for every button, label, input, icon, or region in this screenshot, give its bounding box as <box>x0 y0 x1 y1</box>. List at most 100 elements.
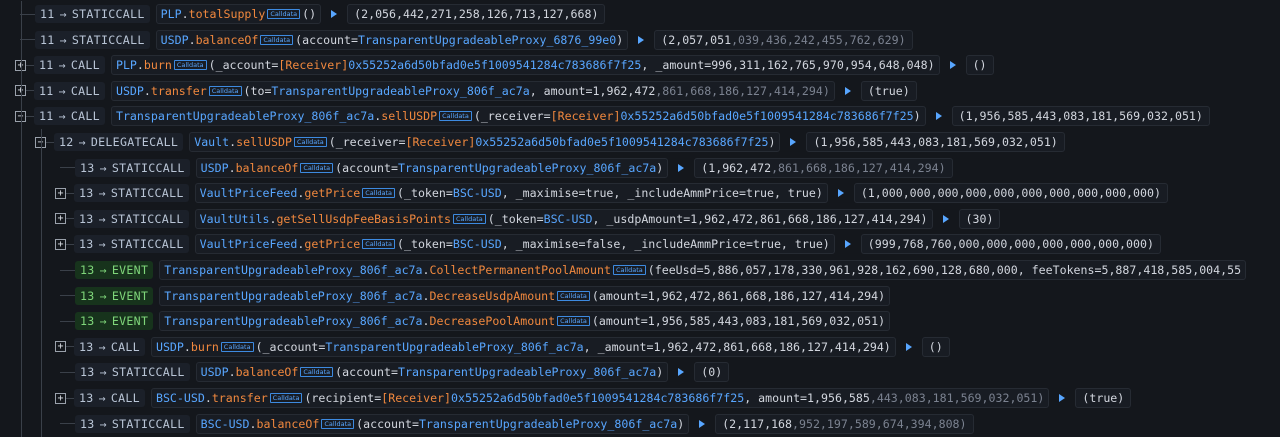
contract-link[interactable]: TransparentUpgradeableProxy_806f_ac7a <box>164 263 422 277</box>
address-link[interactable]: TransparentUpgradeableProxy_806f_ac7a <box>325 340 583 354</box>
call-signature[interactable]: Vault. sellUSDP Calldata (_receiver= [Receiv… <box>189 132 781 152</box>
method-name[interactable]: balanceOf <box>236 161 299 175</box>
method-name[interactable]: balanceOf <box>236 365 299 379</box>
return-arrow-icon[interactable] <box>949 61 956 70</box>
method-name[interactable]: balanceOf <box>196 33 259 47</box>
method-name[interactable]: getPrice <box>304 186 360 200</box>
return-arrow-icon[interactable] <box>1059 394 1066 402</box>
calldata-badge[interactable]: Calldata <box>439 111 472 122</box>
calldata-badge[interactable]: Calldata <box>321 418 355 429</box>
trace-call-row[interactable]: 13 → STATICCALL BSC-USD. balanceOf Calldata (a… <box>0 410 1280 437</box>
calldata-badge[interactable]: Calldata <box>293 137 327 147</box>
calldata-badge[interactable]: Calldata <box>300 162 334 173</box>
call-signature[interactable]: TransparentUpgradeableProxy_806f_ac7a. se… <box>110 106 926 127</box>
expand-toggle-icon[interactable]: + <box>55 392 66 404</box>
trace-call-row[interactable]: −11 → CALL TransparentUpgradeableProxy_806f… <box>0 103 1280 130</box>
method-name[interactable]: DecreaseUsdpAmount <box>430 289 556 303</box>
call-signature[interactable]: VaultPriceFeed. getPrice Calldata (_token= B… <box>194 234 835 255</box>
contract-link[interactable]: Vault <box>194 135 229 149</box>
return-arrow-icon[interactable] <box>844 86 851 95</box>
call-signature[interactable]: USDP. transfer Calldata (to= TransparentUpgr… <box>110 80 835 101</box>
contract-link[interactable]: TransparentUpgradeableProxy_806f_ac7a <box>164 314 422 328</box>
trace-call-row[interactable]: 11 → STATICCALL USDP. balanceOf Calldata (acco… <box>0 26 1280 53</box>
call-signature[interactable]: USDP. balanceOf Calldata (account= Transpare… <box>195 157 669 178</box>
calldata-badge[interactable]: Calldata <box>452 213 486 224</box>
trace-event-row[interactable]: 13 → EVENT TransparentUpgradeableProxy_806f… <box>0 257 1280 283</box>
call-signature[interactable]: USDP. burn Calldata (_account= TransparentUp… <box>150 336 896 357</box>
expand-toggle-icon[interactable]: + <box>55 213 66 225</box>
call-signature[interactable]: BSC-USD. transfer Calldata (recipient= [Rece… <box>150 388 1050 408</box>
return-arrow-icon[interactable] <box>942 214 949 223</box>
address-link[interactable]: BSC-USD <box>453 237 502 251</box>
expand-toggle-icon[interactable]: + <box>55 341 66 353</box>
call-signature[interactable]: PLP. totalSupply Calldata() <box>155 4 322 24</box>
method-name[interactable]: CollectPermanentPoolAmount <box>430 263 611 277</box>
return-arrow-icon[interactable] <box>905 342 912 351</box>
return-arrow-icon[interactable] <box>935 112 942 121</box>
calldata-badge[interactable]: Calldata <box>362 188 395 199</box>
call-signature[interactable]: VaultUtils. getSellUsdpFeeBasisPoints Call… <box>194 208 933 229</box>
trace-call-row[interactable]: +13 → STATICCALL VaultPriceFeed. getPrice Cal… <box>0 180 1280 207</box>
call-signature[interactable]: TransparentUpgradeableProxy_806f_ac7a. Co… <box>159 260 1247 280</box>
method-name[interactable]: getPrice <box>304 237 360 251</box>
return-arrow-icon[interactable] <box>844 240 851 249</box>
trace-call-row[interactable]: +11 → CALL USDP.transferCalldata(to=Transpa… <box>0 77 1280 104</box>
calldata-badge[interactable]: Calldata <box>557 290 590 301</box>
method-name[interactable]: burn <box>191 340 219 354</box>
contract-link[interactable]: VaultPriceFeed <box>200 237 298 251</box>
calldata-badge[interactable]: Calldata <box>362 239 395 250</box>
trace-event-row[interactable]: 13 → EVENT TransparentUpgradeableProxy_806f… <box>0 308 1280 335</box>
call-signature[interactable]: PLP. burn Calldata (_account= [Receiver] 0x55… <box>110 55 940 76</box>
method-name[interactable]: sellUSDP <box>381 109 437 123</box>
address-link[interactable]: 0x55252a6d50bfad0e5f1009541284c783686f7f… <box>620 109 913 123</box>
trace-call-row[interactable]: 13 → STATICCALL USDP. balanceOf Calldata (acco… <box>0 154 1280 181</box>
address-link[interactable]: TransparentUpgradeableProxy_806f_ac7a <box>419 417 677 431</box>
contract-link[interactable]: PLP <box>116 58 137 72</box>
address-link[interactable]: BSC-USD <box>544 212 593 226</box>
contract-link[interactable]: PLP <box>161 7 182 21</box>
return-arrow-icon[interactable] <box>331 10 338 18</box>
contract-link[interactable]: BSC-USD <box>201 417 250 431</box>
trace-call-row[interactable]: +13 → STATICCALL VaultPriceFeed. getPrice Cal… <box>0 231 1280 258</box>
call-signature[interactable]: TransparentUpgradeableProxy_806f_ac7a. De… <box>159 311 891 332</box>
method-name[interactable]: transfer <box>151 84 207 98</box>
address-link[interactable]: TransparentUpgradeableProxy_6876_99e0 <box>358 33 616 47</box>
calldata-badge[interactable]: Calldata <box>173 60 207 71</box>
method-name[interactable]: DecreasePoolAmount <box>430 314 556 328</box>
contract-link[interactable]: TransparentUpgradeableProxy_806f_ac7a <box>164 289 422 303</box>
contract-link[interactable]: USDP <box>116 84 144 98</box>
contract-link[interactable]: USDP <box>201 161 229 175</box>
calldata-badge[interactable]: Calldata <box>220 341 254 352</box>
calldata-badge[interactable]: Calldata <box>208 85 242 96</box>
call-signature[interactable]: USDP. balanceOf Calldata (account= Transpare… <box>195 362 669 383</box>
trace-call-row[interactable]: −12 → DELEGATECALL Vault.sellUSDPCalldata(_… <box>0 129 1280 155</box>
call-signature[interactable]: BSC-USD. balanceOf Calldata (account= Transp… <box>195 413 690 434</box>
trace-call-row[interactable]: +13 → CALL USDP. burn Calldata (_account= Trans… <box>0 333 1280 360</box>
calldata-badge[interactable]: Calldata <box>260 34 294 45</box>
trace-call-row[interactable]: +13 → STATICCALL VaultUtils. getSellUsdpFeeB… <box>0 205 1280 232</box>
expand-toggle-icon[interactable]: + <box>55 187 66 199</box>
address-link[interactable]: TransparentUpgradeableProxy_806f_ac7a <box>271 84 529 98</box>
calldata-badge[interactable]: Calldata <box>612 265 646 275</box>
trace-call-row[interactable]: 11 → STATICCALL PLP. totalSupply Calldata() (2… <box>0 1 1280 27</box>
return-arrow-icon[interactable] <box>790 138 797 146</box>
return-arrow-icon[interactable] <box>699 419 706 428</box>
trace-call-row[interactable]: 13 → STATICCALL USDP. balanceOf Calldata (acco… <box>0 359 1280 386</box>
contract-link[interactable]: USDP <box>161 33 189 47</box>
calldata-badge[interactable]: Calldata <box>267 9 301 19</box>
trace-event-row[interactable]: 13 → EVENT TransparentUpgradeableProxy_806f… <box>0 282 1280 309</box>
address-link[interactable]: 0x55252a6d50bfad0e5f1009541284c783686f7f… <box>475 135 768 149</box>
address-link[interactable]: BSC-USD <box>453 186 502 200</box>
contract-link[interactable]: VaultUtils <box>200 212 270 226</box>
method-name[interactable]: sellUSDP <box>236 135 292 149</box>
call-signature[interactable]: VaultPriceFeed. getPrice Calldata (_token= B… <box>194 183 828 204</box>
return-arrow-icon[interactable] <box>638 35 645 44</box>
method-name[interactable]: transfer <box>212 391 268 405</box>
contract-link[interactable]: VaultPriceFeed <box>200 186 298 200</box>
address-link[interactable]: 0x55252a6d50bfad0e5f1009541284c783686f7f… <box>348 58 641 72</box>
contract-link[interactable]: BSC-USD <box>156 391 205 405</box>
trace-call-row[interactable]: +11 → CALL PLP.burnCalldata(_account=[Recei… <box>0 52 1280 79</box>
address-link[interactable]: TransparentUpgradeableProxy_806f_ac7a <box>398 365 656 379</box>
address-link[interactable]: 0x55252a6d50bfad0e5f1009541284c783686f7f… <box>451 391 744 405</box>
contract-link[interactable]: USDP <box>201 365 229 379</box>
